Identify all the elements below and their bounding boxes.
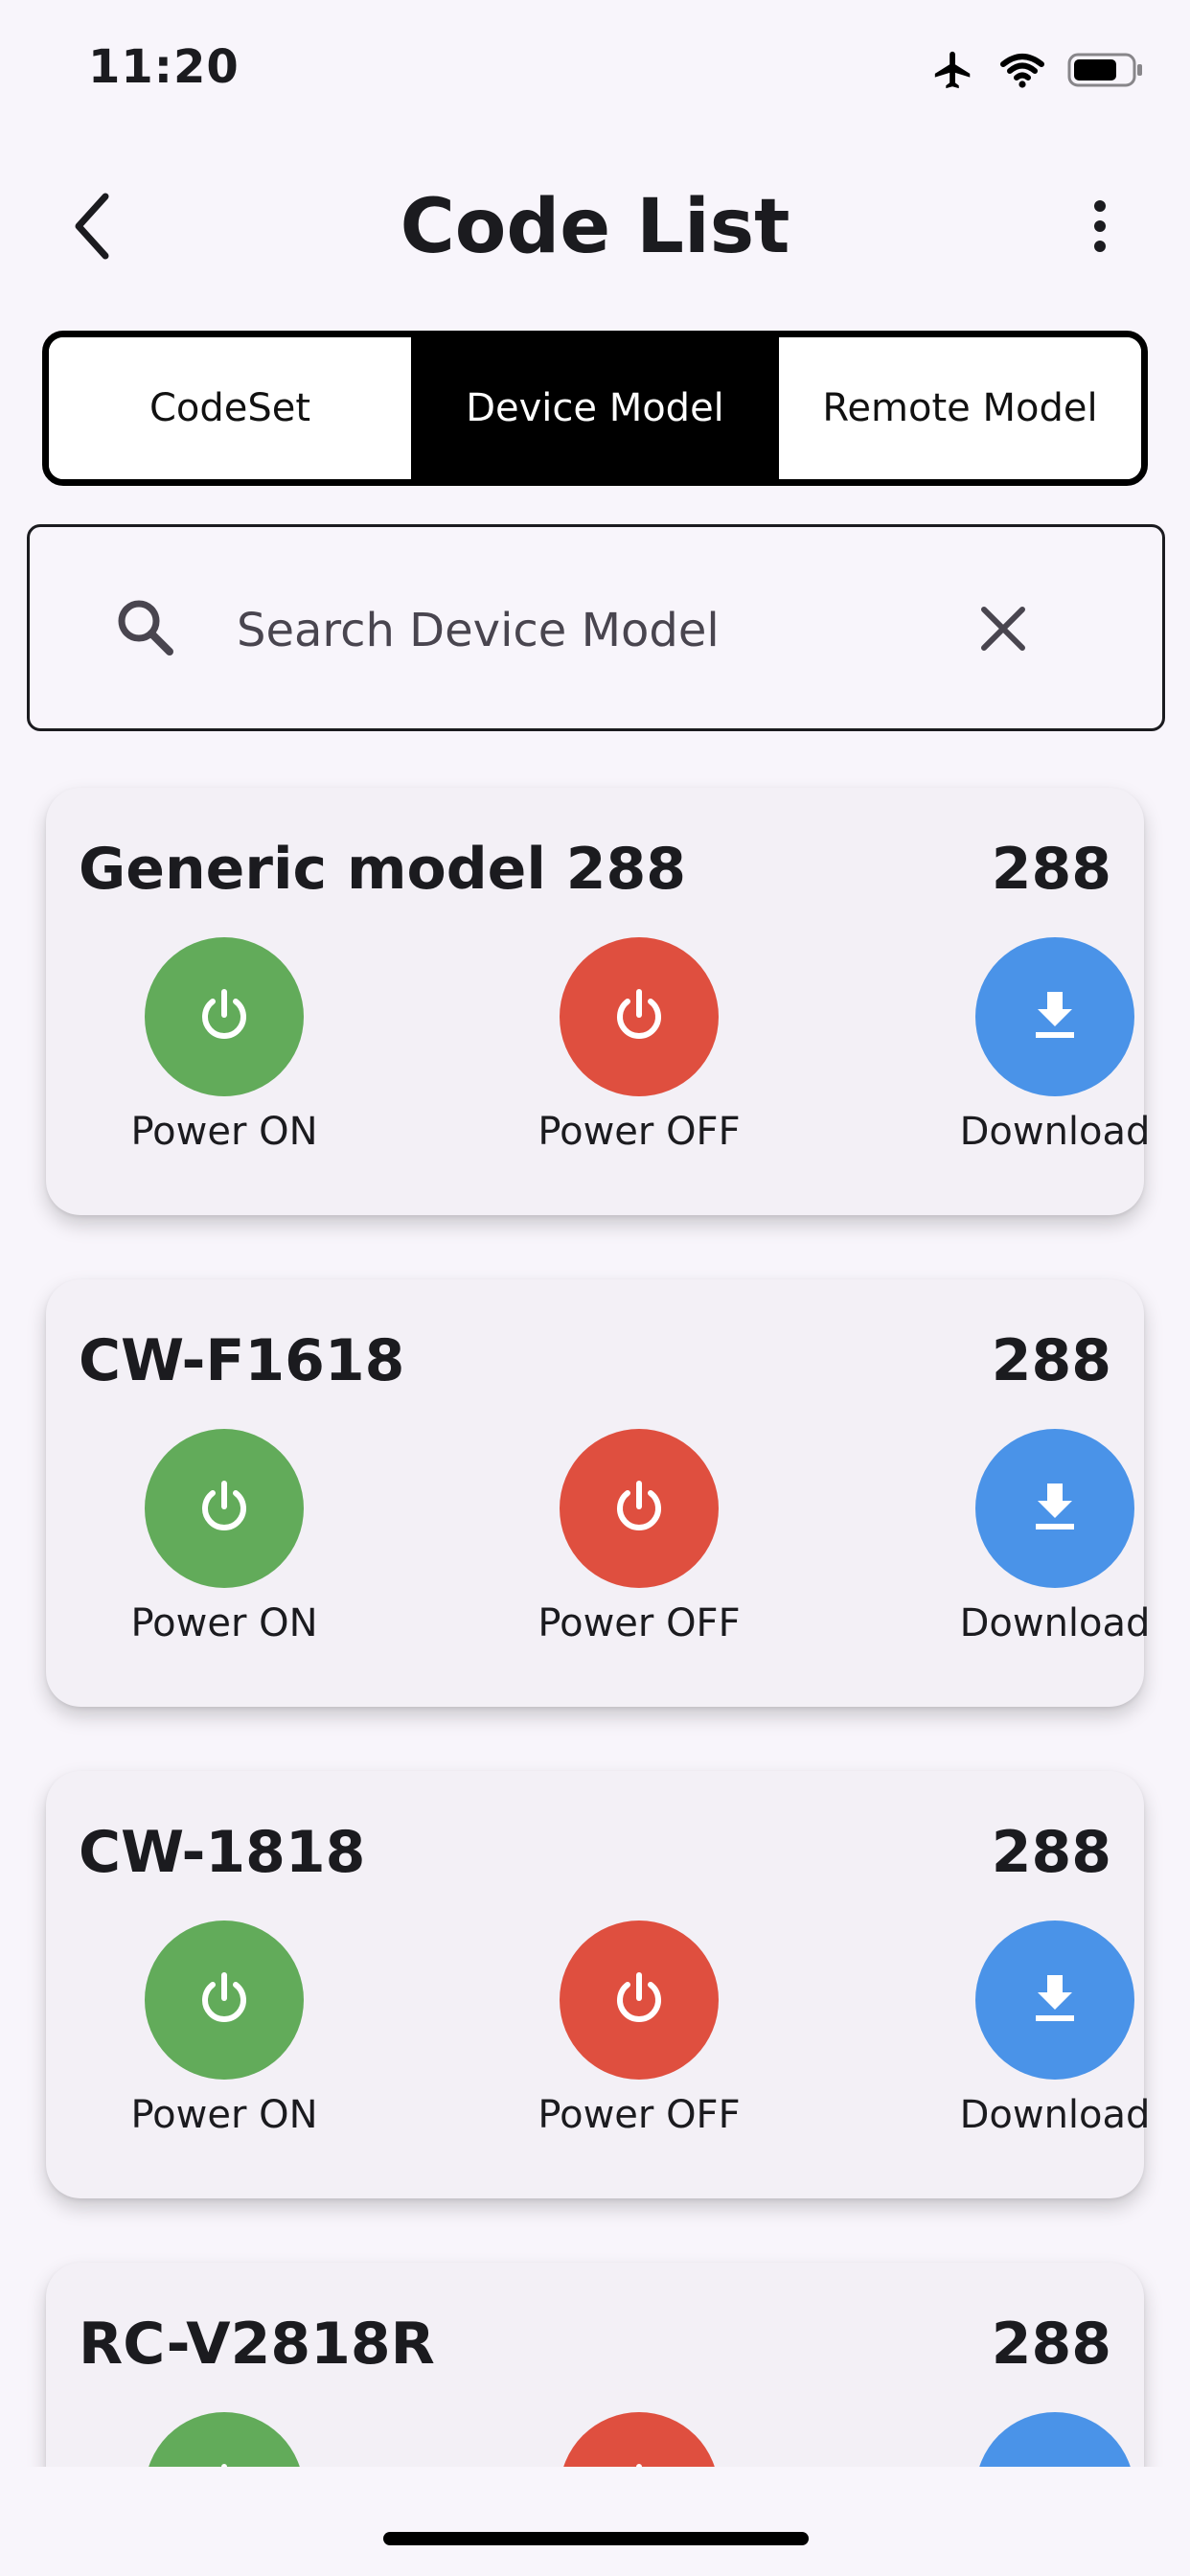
power-on-circle[interactable] (145, 1429, 304, 1588)
download-circle[interactable] (975, 1920, 1134, 2080)
device-card: CW-1818 288 Power ON Power OFF Download (46, 1771, 1150, 2198)
download-button[interactable] (940, 2412, 1170, 2467)
power-icon (194, 1476, 255, 1541)
power-on-label: Power ON (130, 1601, 318, 1645)
more-options-button[interactable] (1071, 190, 1129, 266)
download-circle[interactable] (975, 1429, 1134, 1588)
power-off-button[interactable]: Power OFF (524, 937, 754, 1154)
status-icons (929, 48, 1144, 96)
home-indicator[interactable] (383, 2532, 809, 2545)
power-off-label: Power OFF (538, 1601, 741, 1645)
power-on-circle[interactable] (145, 1920, 304, 2080)
power-off-button[interactable]: Power OFF (524, 1429, 754, 1645)
power-icon (194, 984, 255, 1049)
bottom-safe-area (0, 2467, 1190, 2576)
download-label: Download (959, 2093, 1151, 2137)
download-button[interactable]: Download (940, 1920, 1170, 2137)
device-name: CW-1818 (79, 1819, 366, 1886)
power-off-label: Power OFF (538, 2093, 741, 2137)
device-count: 288 (991, 1819, 1111, 1886)
power-on-button[interactable]: Power ON (109, 1920, 339, 2137)
power-icon (608, 1967, 670, 2033)
power-icon (608, 2459, 670, 2467)
device-card: RC-V2818R 288 (46, 2263, 1144, 2467)
search-box (27, 524, 1165, 731)
download-icon (1024, 1967, 1086, 2033)
power-off-circle[interactable] (560, 937, 719, 1096)
tab-device-model[interactable]: Device Model (411, 337, 776, 479)
download-button[interactable]: Download (940, 937, 1170, 1154)
device-name: RC-V2818R (79, 2311, 435, 2378)
segmented-tabs: CodeSet Device Model Remote Model (42, 331, 1148, 486)
power-icon (194, 1967, 255, 2033)
download-label: Download (959, 1110, 1151, 1154)
tab-codeset[interactable]: CodeSet (49, 337, 411, 479)
wifi-icon (998, 51, 1046, 93)
download-icon (1024, 1476, 1086, 1541)
power-on-button[interactable]: Power ON (109, 937, 339, 1154)
power-off-label: Power OFF (538, 1110, 741, 1154)
power-on-label: Power ON (130, 2093, 318, 2137)
more-vertical-icon (1090, 197, 1110, 259)
power-on-label: Power ON (130, 1110, 318, 1154)
device-card: CW-F1618 288 Power ON Power OFF Download (46, 1279, 1150, 1707)
status-time: 11:20 (88, 40, 240, 94)
power-icon (608, 1476, 670, 1541)
airplane-icon (929, 48, 977, 96)
device-card: Generic model 288 288 Power ON Power OFF (46, 788, 1150, 1215)
search-input[interactable] (237, 585, 965, 677)
tab-remote-model[interactable]: Remote Model (776, 337, 1141, 479)
power-off-button[interactable]: Power OFF (524, 1920, 754, 2137)
power-on-circle[interactable] (145, 937, 304, 1096)
app-bar: Code List (0, 163, 1190, 297)
power-off-circle[interactable] (560, 1429, 719, 1588)
download-circle[interactable] (975, 2412, 1134, 2467)
download-icon (1024, 984, 1086, 1049)
power-on-circle[interactable] (145, 2412, 304, 2467)
power-icon (608, 984, 670, 1049)
power-off-circle[interactable] (560, 2412, 719, 2467)
download-icon (1024, 2459, 1086, 2467)
status-bar: 11:20 (0, 0, 1190, 144)
device-model-list[interactable]: Generic model 288 288 Power ON Power OFF (0, 767, 1190, 2467)
power-icon (194, 2459, 255, 2467)
device-count: 288 (991, 836, 1111, 903)
page-title: Code List (400, 184, 790, 270)
power-off-button[interactable] (524, 2412, 754, 2467)
power-on-button[interactable] (109, 2412, 339, 2467)
device-name: CW-F1618 (79, 1327, 405, 1394)
device-name: Generic model 288 (79, 836, 687, 903)
device-count: 288 (991, 1327, 1111, 1394)
search-icon (114, 596, 177, 663)
download-circle[interactable] (975, 937, 1134, 1096)
code-list-screen: 11:20 Code List CodeSet Device Model Rem… (0, 0, 1190, 2576)
power-on-button[interactable]: Power ON (109, 1429, 339, 1645)
battery-icon (1067, 51, 1144, 93)
power-off-circle[interactable] (560, 1920, 719, 2080)
download-label: Download (959, 1601, 1151, 1645)
close-icon[interactable] (974, 600, 1032, 661)
device-count: 288 (991, 2311, 1111, 2378)
download-button[interactable]: Download (940, 1429, 1170, 1645)
